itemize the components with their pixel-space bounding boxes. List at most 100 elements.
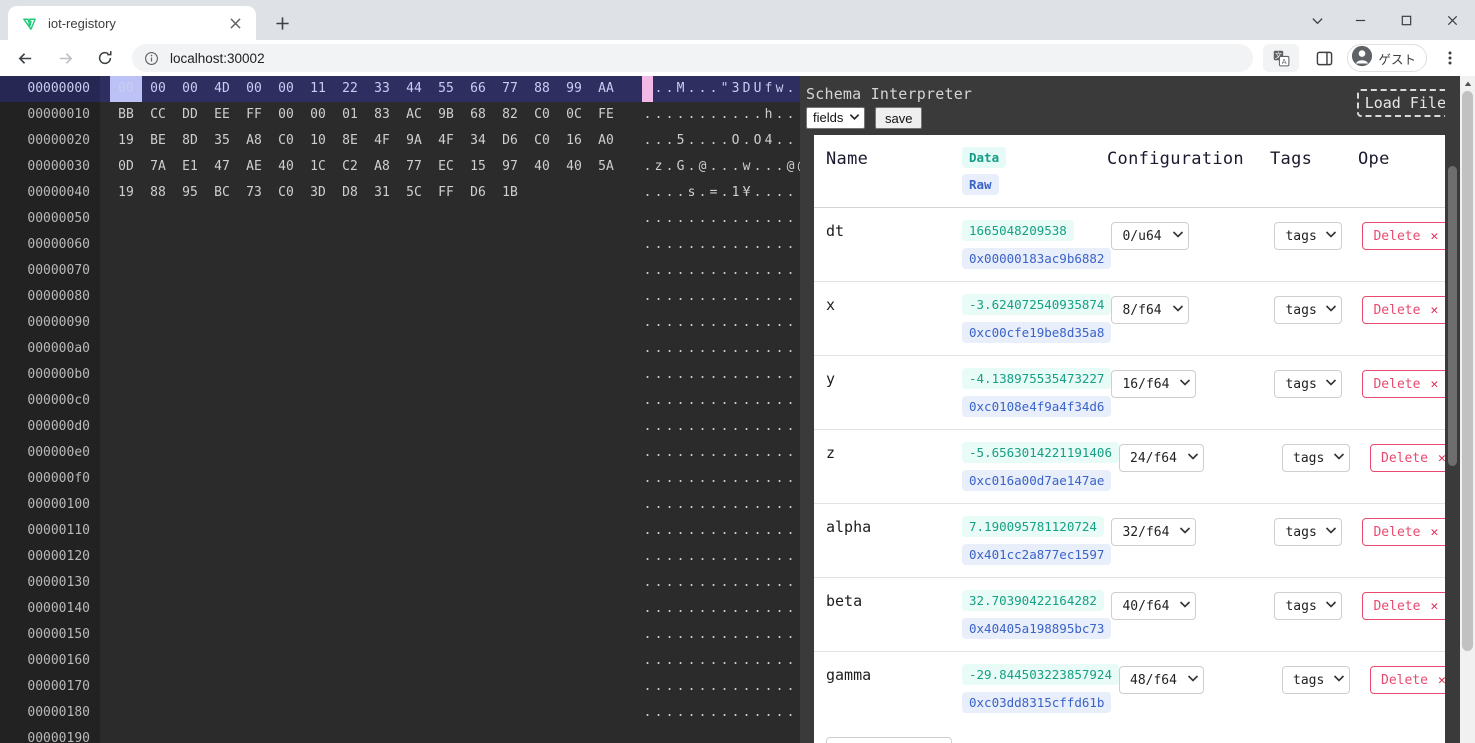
- hex-row[interactable]: 00000030 0D 7A E1 47 AE 40 1C C2 A8 77 EC 15 97 40 40 5A…: [0, 154, 800, 180]
- hex-ascii-char[interactable]: .: [686, 622, 697, 648]
- configuration-select[interactable]: 16/f64: [1111, 370, 1197, 398]
- hex-ascii-char[interactable]: .: [730, 102, 741, 128]
- hex-ascii-char[interactable]: .: [719, 206, 730, 232]
- hex-byte[interactable]: 1C: [302, 154, 334, 180]
- hex-ascii-char[interactable]: .: [752, 622, 763, 648]
- hex-ascii-char[interactable]: .: [653, 518, 664, 544]
- hex-ascii-char[interactable]: .: [708, 388, 719, 414]
- hex-row[interactable]: 000000b0................: [0, 362, 800, 388]
- hex-ascii-char[interactable]: w: [741, 154, 752, 180]
- hex-ascii-char[interactable]: f: [763, 76, 774, 102]
- load-file-dropzone[interactable]: Load File: [1356, 89, 1454, 117]
- hex-byte[interactable]: 47: [206, 154, 238, 180]
- hex-ascii-char[interactable]: .: [697, 492, 708, 518]
- hex-ascii-char[interactable]: .: [708, 284, 719, 310]
- hex-byte[interactable]: A0: [590, 128, 622, 154]
- hex-ascii-char[interactable]: .: [763, 284, 774, 310]
- hex-ascii-char[interactable]: .: [642, 284, 653, 310]
- hex-ascii-char[interactable]: .: [664, 674, 675, 700]
- hex-ascii-char[interactable]: ": [719, 76, 730, 102]
- hex-ascii-char[interactable]: .: [653, 596, 664, 622]
- address-bar-url[interactable]: localhost:30002: [170, 51, 265, 66]
- hex-ascii-char[interactable]: z: [653, 154, 664, 180]
- hex-ascii-char[interactable]: .: [686, 232, 697, 258]
- hex-ascii-char[interactable]: .: [785, 336, 796, 362]
- hex-ascii-char[interactable]: .: [686, 388, 697, 414]
- hex-ascii-char[interactable]: .: [708, 492, 719, 518]
- hex-ascii-char[interactable]: .: [785, 648, 796, 674]
- hex-ascii-char[interactable]: .: [664, 336, 675, 362]
- hex-ascii-char[interactable]: .: [730, 544, 741, 570]
- hex-byte[interactable]: 68: [462, 102, 494, 128]
- hex-ascii-char[interactable]: .: [763, 180, 774, 206]
- hex-ascii-char[interactable]: .: [741, 596, 752, 622]
- hex-ascii-char[interactable]: .: [741, 128, 752, 154]
- panel-scrollbar[interactable]: [1445, 76, 1460, 743]
- hex-ascii-char[interactable]: .: [785, 180, 796, 206]
- hex-row[interactable]: 00000140................: [0, 596, 800, 622]
- hex-ascii-char[interactable]: .: [697, 518, 708, 544]
- hex-ascii-char[interactable]: .: [642, 362, 653, 388]
- hex-ascii-char[interactable]: .: [774, 570, 785, 596]
- hex-byte[interactable]: 5A: [590, 154, 622, 180]
- hex-ascii-char[interactable]: .: [697, 206, 708, 232]
- hex-ascii-char[interactable]: .: [774, 440, 785, 466]
- hex-ascii-char[interactable]: .: [730, 440, 741, 466]
- hex-ascii-char[interactable]: @: [785, 154, 796, 180]
- hex-ascii-char[interactable]: .: [752, 102, 763, 128]
- hex-byte[interactable]: C0: [526, 128, 558, 154]
- hex-ascii-char[interactable]: .: [708, 466, 719, 492]
- hex-ascii-char[interactable]: .: [741, 492, 752, 518]
- hex-byte[interactable]: 00: [110, 76, 142, 102]
- hex-byte[interactable]: 5C: [398, 180, 430, 206]
- hex-byte[interactable]: 7A: [142, 154, 174, 180]
- hex-ascii-char[interactable]: .: [686, 128, 697, 154]
- hex-ascii-char[interactable]: .: [664, 180, 675, 206]
- hex-byte[interactable]: EE: [206, 102, 238, 128]
- hex-byte[interactable]: 35: [206, 128, 238, 154]
- delete-field-button[interactable]: Delete ✕: [1370, 666, 1457, 694]
- hex-ascii-char[interactable]: .: [752, 310, 763, 336]
- hex-ascii-char[interactable]: .: [763, 544, 774, 570]
- hex-ascii-char[interactable]: .: [642, 492, 653, 518]
- hex-ascii-char[interactable]: .: [774, 414, 785, 440]
- delete-field-button[interactable]: Delete ✕: [1362, 518, 1450, 546]
- hex-ascii-char[interactable]: .: [697, 674, 708, 700]
- minimize-icon[interactable]: [1337, 3, 1383, 37]
- hex-ascii-char[interactable]: .: [719, 232, 730, 258]
- hex-ascii-char[interactable]: .: [730, 648, 741, 674]
- hex-ascii-char[interactable]: .: [653, 674, 664, 700]
- hex-ascii-char[interactable]: .: [763, 674, 774, 700]
- hex-ascii-char[interactable]: .: [697, 700, 708, 726]
- hex-byte[interactable]: 4F: [366, 128, 398, 154]
- reload-icon[interactable]: [91, 44, 119, 72]
- hex-ascii-char[interactable]: .: [741, 310, 752, 336]
- hex-ascii-char[interactable]: .: [664, 154, 675, 180]
- hex-ascii-char[interactable]: .: [763, 414, 774, 440]
- hex-byte[interactable]: 55: [430, 76, 462, 102]
- hex-ascii-char[interactable]: .: [752, 284, 763, 310]
- hex-ascii-char[interactable]: .: [774, 466, 785, 492]
- hex-ascii-char[interactable]: .: [708, 362, 719, 388]
- hex-ascii-char[interactable]: .: [785, 544, 796, 570]
- hex-byte[interactable]: 15: [462, 154, 494, 180]
- hex-ascii-char[interactable]: .: [664, 414, 675, 440]
- hex-ascii-char[interactable]: .: [752, 596, 763, 622]
- hex-ascii-char[interactable]: .: [719, 336, 730, 362]
- hex-ascii-char[interactable]: .: [785, 518, 796, 544]
- hex-ascii-char[interactable]: .: [642, 388, 653, 414]
- page-scrollbar-thumb[interactable]: [1462, 91, 1473, 651]
- hex-row[interactable]: 00000050................: [0, 206, 800, 232]
- hex-ascii-char[interactable]: .: [653, 466, 664, 492]
- hex-ascii-char[interactable]: .: [774, 180, 785, 206]
- hex-ascii-char[interactable]: .: [675, 414, 686, 440]
- hex-ascii-char[interactable]: .: [686, 102, 697, 128]
- hex-ascii-char[interactable]: .: [741, 362, 752, 388]
- hex-ascii-char[interactable]: .: [675, 232, 686, 258]
- hex-byte[interactable]: 97: [494, 154, 526, 180]
- hex-ascii-char[interactable]: .: [774, 362, 785, 388]
- hex-ascii-char[interactable]: .: [752, 154, 763, 180]
- hex-ascii-char[interactable]: .: [697, 180, 708, 206]
- hex-ascii-char[interactable]: .: [741, 284, 752, 310]
- hex-byte[interactable]: AA: [590, 76, 622, 102]
